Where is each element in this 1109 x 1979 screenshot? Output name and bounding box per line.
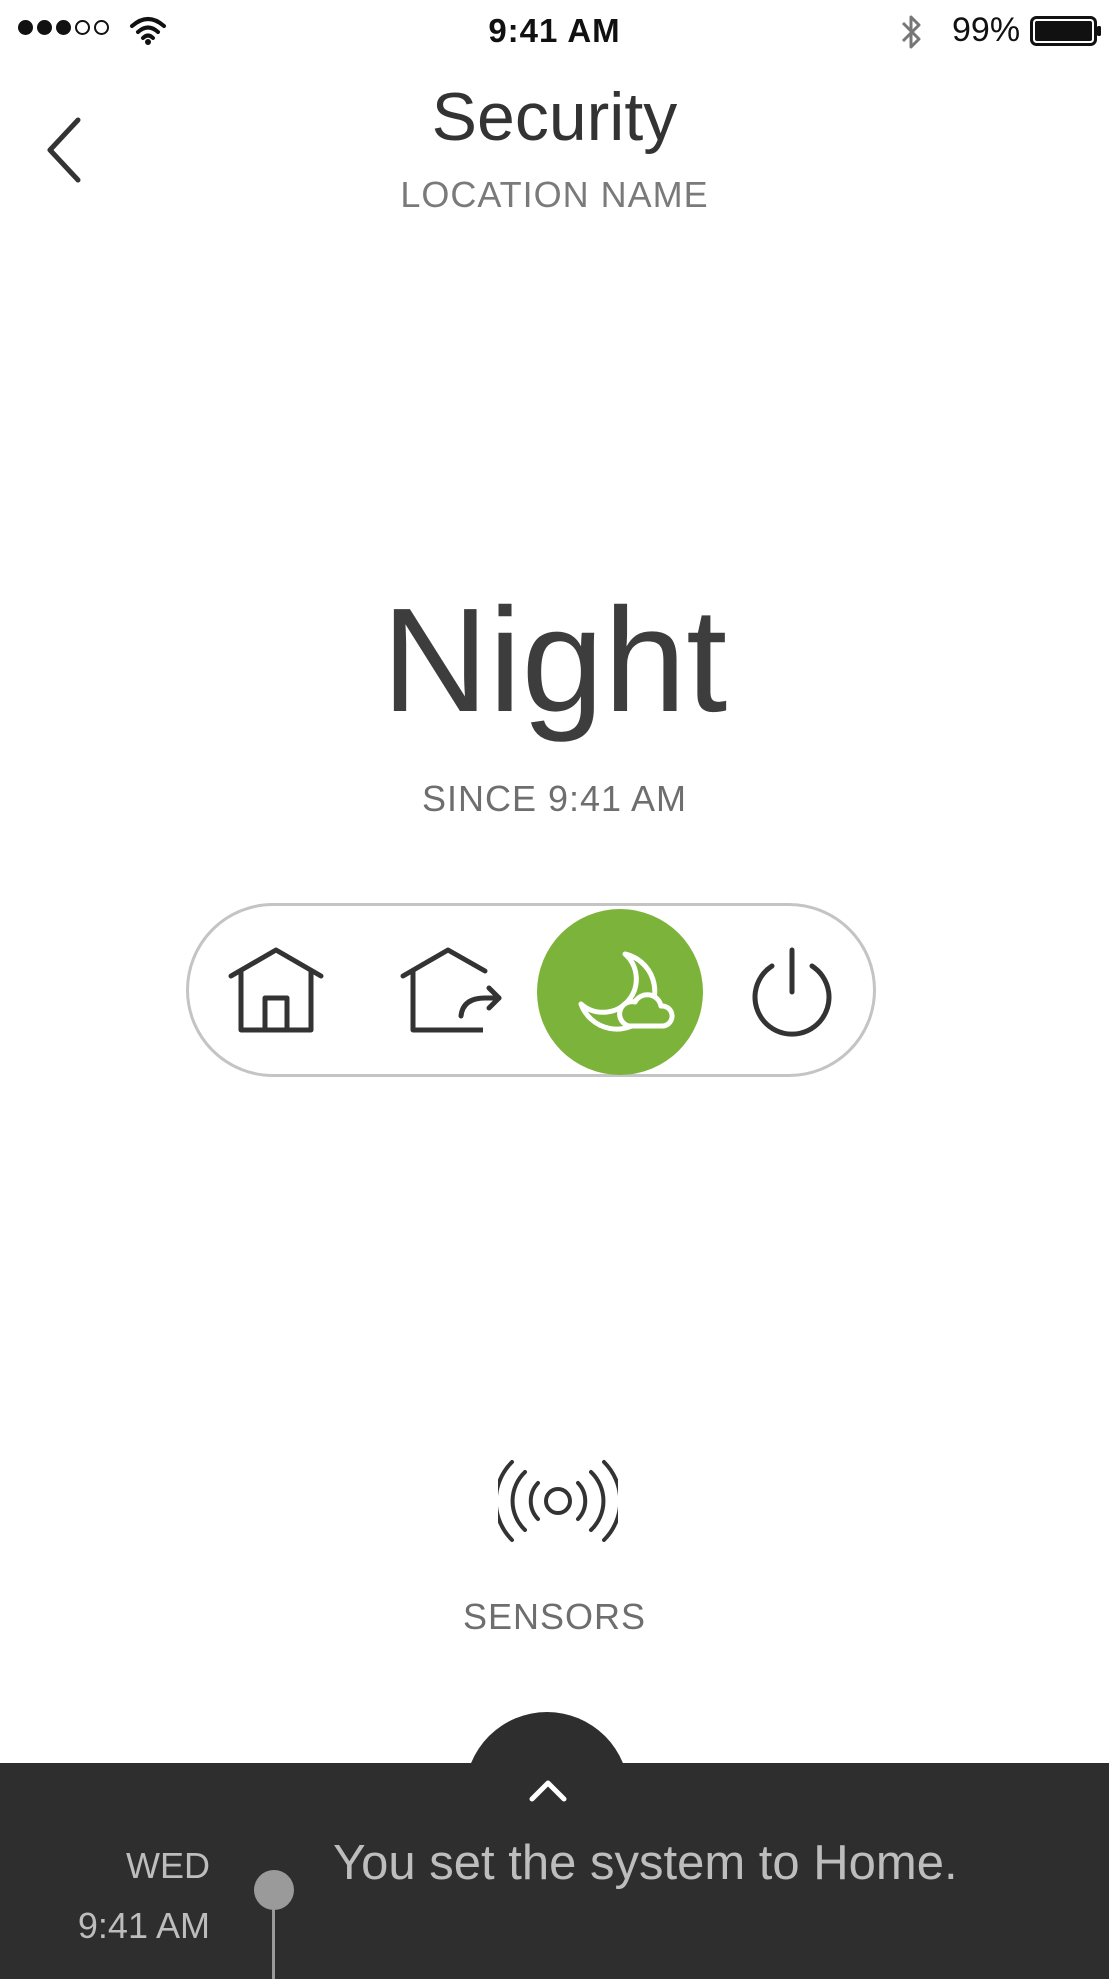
sensors-label: SENSORS xyxy=(462,1596,647,1637)
timeline-line xyxy=(272,1900,275,1979)
activity-day: WED xyxy=(126,1845,210,1886)
mode-away-button[interactable] xyxy=(365,906,531,1074)
status-time: 9:41 AM xyxy=(488,12,621,49)
location-name: LOCATION NAME xyxy=(400,174,709,215)
mode-off-button[interactable] xyxy=(709,906,875,1074)
battery-icon xyxy=(1030,16,1101,46)
home-icon xyxy=(228,947,324,1033)
power-icon xyxy=(752,947,832,1037)
chevron-up-icon[interactable] xyxy=(526,1775,570,1805)
mode-since: SINCE 9:41 AM xyxy=(421,778,688,819)
away-icon xyxy=(400,947,502,1033)
activity-time: 9:41 AM xyxy=(77,1905,210,1946)
bluetooth-icon xyxy=(901,15,921,49)
night-icon xyxy=(578,951,675,1032)
battery-percent: 99% xyxy=(952,11,1021,49)
activity-message[interactable]: You set the system to Home. xyxy=(333,1834,973,1892)
current-mode: Night xyxy=(381,578,728,743)
mode-home-button[interactable] xyxy=(193,906,359,1074)
mode-selector xyxy=(186,903,876,1077)
page-title: Security xyxy=(431,79,678,155)
sensors-icon[interactable] xyxy=(498,1458,618,1544)
mode-night-button[interactable] xyxy=(537,906,703,1075)
status-bar: 9:41 AM 99% xyxy=(0,0,1109,64)
